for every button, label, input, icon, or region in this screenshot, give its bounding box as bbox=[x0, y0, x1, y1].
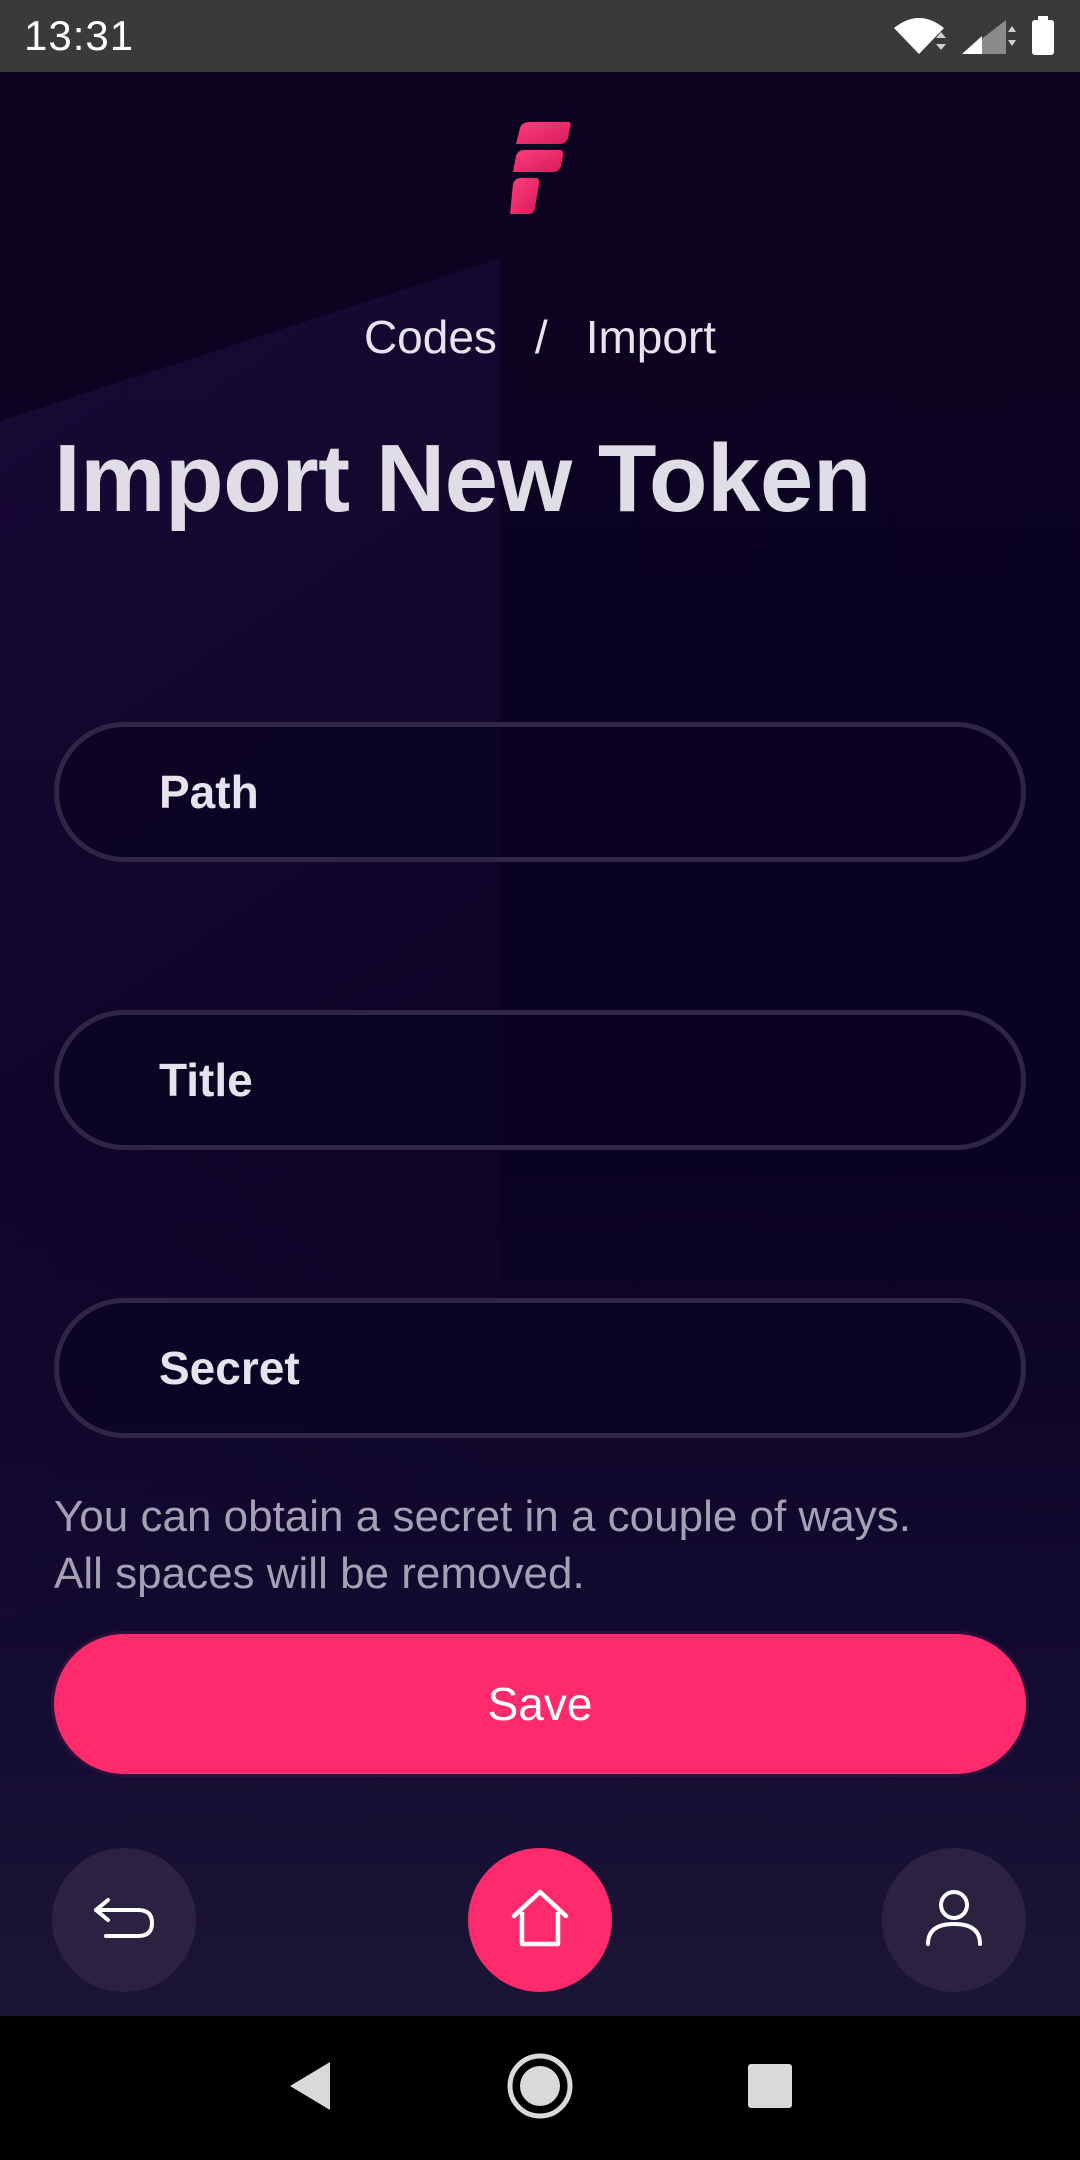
app-content: Codes / Import Import New Token Path Tit… bbox=[0, 72, 1080, 2016]
status-time: 13:31 bbox=[24, 12, 135, 59]
system-nav-bar bbox=[0, 2016, 1080, 2160]
breadcrumb: Codes / Import bbox=[0, 310, 1080, 364]
home-icon bbox=[510, 1888, 570, 1953]
secret-input[interactable]: Secret bbox=[54, 1298, 1026, 1438]
back-triangle-icon[interactable] bbox=[286, 2060, 334, 2117]
secret-hint-line-2: All spaces will be removed. bbox=[54, 1549, 585, 1598]
home-button[interactable] bbox=[468, 1848, 612, 1992]
cell-signal-icon bbox=[960, 16, 1016, 56]
battery-icon bbox=[1030, 16, 1056, 56]
status-icons bbox=[892, 16, 1056, 56]
back-arrow-icon bbox=[92, 1896, 156, 1945]
save-button[interactable]: Save bbox=[54, 1634, 1026, 1774]
profile-button[interactable] bbox=[882, 1848, 1026, 1992]
status-bar: 13:31 bbox=[0, 0, 1080, 72]
breadcrumb-import: Import bbox=[585, 311, 717, 363]
app-logo-icon bbox=[510, 120, 572, 216]
secret-hint: You can obtain a secret in a couple of w… bbox=[54, 1488, 1034, 1602]
page-title: Import New Token bbox=[54, 425, 871, 532]
path-input-label: Path bbox=[159, 766, 259, 818]
back-button[interactable] bbox=[52, 1848, 196, 1992]
user-icon bbox=[924, 1888, 984, 1953]
breadcrumb-separator: / bbox=[534, 311, 548, 363]
secret-hint-line-1: You can obtain a secret in a couple of w… bbox=[54, 1492, 911, 1541]
screen: 13:31 Codes / Import Import New Token Pa… bbox=[0, 0, 1080, 2160]
home-circle-icon[interactable] bbox=[506, 2052, 574, 2125]
path-input[interactable]: Path bbox=[54, 722, 1026, 862]
secret-input-label: Secret bbox=[159, 1342, 300, 1394]
title-input-label: Title bbox=[159, 1054, 253, 1106]
wifi-icon bbox=[892, 16, 946, 56]
title-input[interactable]: Title bbox=[54, 1010, 1026, 1150]
breadcrumb-codes[interactable]: Codes bbox=[364, 310, 497, 364]
recents-square-icon[interactable] bbox=[746, 2062, 794, 2115]
